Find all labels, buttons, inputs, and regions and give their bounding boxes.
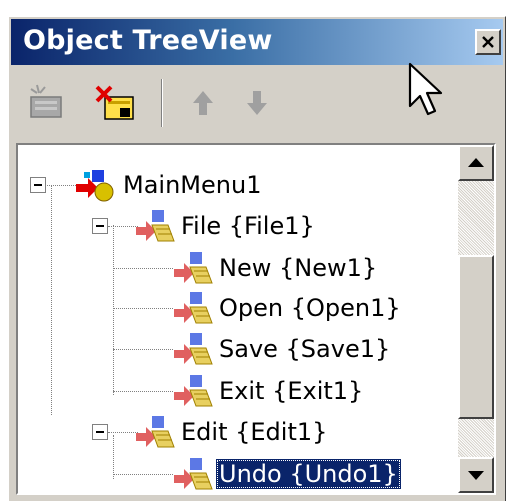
tree-node-edit[interactable]: Edit {Edit1}	[134, 413, 330, 451]
new-item-button[interactable]	[25, 81, 69, 125]
collapse-toggle[interactable]	[92, 218, 108, 234]
tree-node-label: Edit {Edit1}	[181, 418, 328, 446]
tree-line	[113, 268, 173, 269]
tree-node-label: New {New1}	[219, 254, 378, 282]
window-title: Object TreeView	[23, 25, 273, 56]
menu-item-icon	[174, 458, 213, 490]
tree-node-label: Save {Save1}	[219, 335, 391, 363]
tree-node-undo[interactable]: Undo {Undo1}	[172, 455, 401, 493]
tree-view[interactable]: MainMenu1 File {File1} New {New1} Open {…	[16, 143, 496, 495]
delete-item-button[interactable]	[93, 81, 137, 125]
tree-node-label: Open {Open1}	[219, 294, 401, 322]
close-icon	[482, 36, 494, 48]
move-up-button[interactable]	[181, 81, 225, 125]
tree-line	[51, 185, 52, 415]
title-bar[interactable]: Object TreeView	[11, 19, 503, 65]
tree-node-save[interactable]: Save {Save1}	[172, 330, 393, 368]
arrow-down-icon	[468, 471, 484, 480]
scroll-down-button[interactable]	[458, 457, 494, 493]
move-up-icon	[193, 91, 213, 115]
move-down-button[interactable]	[235, 81, 279, 125]
tree-line	[42, 185, 76, 186]
tree-content: MainMenu1 File {File1} New {New1} Open {…	[18, 145, 456, 493]
tree-node-label: Exit {Exit1}	[219, 377, 364, 405]
scroll-up-button[interactable]	[458, 145, 494, 181]
tree-line	[113, 391, 173, 392]
tree-node-label: File {File1}	[181, 212, 315, 240]
menu-item-icon	[174, 333, 213, 365]
menu-item-icon	[174, 252, 213, 284]
collapse-toggle[interactable]	[30, 177, 46, 193]
tree-line	[113, 225, 114, 395]
tree-node-open[interactable]: Open {Open1}	[172, 289, 404, 327]
menu-item-icon	[136, 416, 175, 448]
toolbar-separator	[161, 79, 163, 127]
tree-node-label: MainMenu1	[123, 171, 262, 199]
mouse-cursor-icon	[408, 62, 443, 116]
delete-item-icon	[95, 85, 134, 120]
menu-item-icon	[174, 375, 213, 407]
tree-line	[113, 474, 173, 475]
collapse-toggle[interactable]	[92, 424, 108, 440]
arrow-up-icon	[468, 158, 484, 167]
tree-node-root[interactable]: MainMenu1	[74, 166, 264, 204]
tree-node-label-selected: Undo {Undo1}	[216, 459, 401, 489]
close-button[interactable]	[475, 29, 501, 55]
tree-node-exit[interactable]: Exit {Exit1}	[172, 372, 366, 410]
menu-item-icon	[174, 292, 213, 324]
scroll-thumb[interactable]	[458, 255, 494, 419]
tree-node-new[interactable]: New {New1}	[172, 249, 380, 287]
vertical-scrollbar[interactable]	[458, 145, 494, 493]
main-menu-icon	[76, 170, 114, 202]
new-item-icon	[30, 84, 62, 118]
tree-node-file[interactable]: File {File1}	[134, 207, 318, 245]
move-down-icon	[247, 91, 267, 115]
tree-line	[113, 349, 173, 350]
menu-item-icon	[136, 210, 175, 242]
tree-line	[113, 308, 173, 309]
tree-line	[113, 435, 114, 479]
